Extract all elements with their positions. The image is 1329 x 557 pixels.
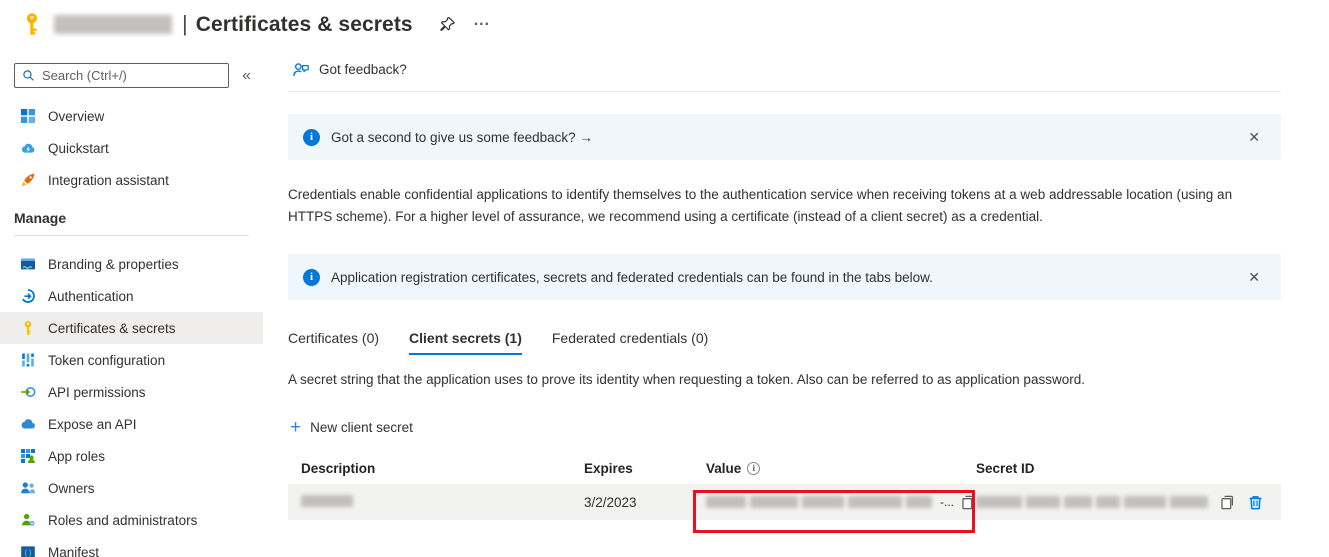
new-client-secret-label: New client secret — [310, 420, 413, 435]
manifest-icon: { } — [20, 544, 36, 557]
title-separator: | — [182, 11, 188, 37]
tab-bar: Certificates (0) Client secrets (1) Fede… — [288, 330, 1281, 355]
column-header-value[interactable]: Value i — [706, 461, 976, 476]
sidebar-nav-top: Overview Quickstart Integration assistan… — [0, 100, 263, 196]
branding-icon — [20, 256, 36, 272]
redacted-value — [706, 496, 932, 508]
sidebar-item-integration-assistant[interactable]: Integration assistant — [0, 164, 263, 196]
feedback-banner: i Got a second to give us some feedback?… — [288, 114, 1281, 160]
tab-client-secrets[interactable]: Client secrets (1) — [409, 330, 522, 355]
search-icon — [22, 69, 35, 82]
search-box — [14, 63, 229, 88]
feedback-banner-text[interactable]: Got a second to give us some feedback? → — [331, 130, 593, 145]
roles-administrators-icon — [20, 512, 36, 528]
sidebar-item-expose-an-api[interactable]: Expose an API — [0, 408, 263, 440]
got-feedback-label: Got feedback? — [319, 62, 407, 77]
sidebar-item-app-roles[interactable]: App roles — [0, 440, 263, 472]
sidebar-item-owners[interactable]: Owners — [0, 472, 263, 504]
redacted-secret-id — [976, 496, 1208, 508]
page-title: Certificates & secrets — [196, 13, 413, 37]
got-feedback-link[interactable]: Got feedback? — [288, 61, 411, 79]
column-header-description[interactable]: Description — [301, 461, 584, 476]
info-icon: i — [303, 269, 320, 286]
tabs-info-banner-text: Application registration certificates, s… — [331, 270, 933, 285]
sidebar-item-roles-and-administrators[interactable]: Roles and administrators — [0, 504, 263, 536]
sidebar-collapse-button[interactable]: « — [238, 67, 255, 85]
redacted-app-name — [54, 15, 172, 34]
sidebar-item-label: Owners — [48, 481, 95, 496]
client-secret-description: A secret string that the application use… — [288, 372, 1281, 387]
copy-icon[interactable] — [960, 494, 977, 511]
more-options-icon[interactable]: ... — [474, 12, 490, 36]
sidebar-item-label: Authentication — [48, 289, 134, 304]
sidebar-item-api-permissions[interactable]: API permissions — [0, 376, 263, 408]
key-icon — [20, 320, 36, 336]
pin-icon[interactable] — [439, 16, 456, 33]
sidebar-section-manage: Manage — [0, 210, 263, 226]
command-bar: Got feedback? — [288, 48, 1281, 92]
sidebar-item-label: Manifest — [48, 545, 99, 557]
svg-text:{ }: { } — [25, 550, 32, 557]
cell-secret-id — [976, 494, 1281, 511]
feedback-icon — [292, 61, 310, 79]
sidebar: « Overview Quickstart Integration assist… — [0, 48, 263, 557]
sidebar-divider — [14, 235, 249, 236]
tabs-info-banner: i Application registration certificates,… — [288, 254, 1281, 300]
sidebar-nav-manage: Branding & properties Authentication Cer… — [0, 248, 263, 557]
delete-icon[interactable] — [1247, 494, 1264, 511]
plus-icon: + — [290, 421, 301, 435]
client-secrets-table: Description Expires Value i Secret ID 3/… — [288, 452, 1281, 520]
app-roles-icon — [20, 448, 36, 464]
quickstart-icon — [20, 140, 36, 156]
close-icon[interactable]: ✕ — [1242, 267, 1266, 288]
cell-value: -... — [706, 494, 976, 511]
close-icon[interactable]: ✕ — [1242, 127, 1266, 148]
tab-certificates[interactable]: Certificates (0) — [288, 330, 379, 355]
main-content: Got feedback? i Got a second to give us … — [263, 48, 1329, 557]
azure-portal-page: | Certificates & secrets ... « Overview — [0, 0, 1329, 557]
sidebar-item-label: Expose an API — [48, 417, 137, 432]
info-icon: i — [303, 129, 320, 146]
new-client-secret-button[interactable]: + New client secret — [288, 416, 419, 439]
credentials-description: Credentials enable confidential applicat… — [288, 184, 1248, 227]
table-header-row: Description Expires Value i Secret ID — [288, 452, 1281, 484]
sidebar-item-label: Roles and administrators — [48, 513, 197, 528]
column-header-secret-id[interactable]: Secret ID — [976, 461, 1281, 476]
overview-icon — [20, 108, 36, 124]
expose-api-icon — [20, 416, 36, 432]
integration-assistant-icon — [20, 172, 36, 188]
tab-federated-credentials[interactable]: Federated credentials (0) — [552, 330, 708, 355]
sidebar-item-label: App roles — [48, 449, 105, 464]
page-header: | Certificates & secrets ... — [0, 0, 1329, 48]
search-input[interactable] — [42, 68, 221, 83]
cell-expires: 3/2/2023 — [584, 495, 706, 510]
owners-icon — [20, 480, 36, 496]
api-permissions-icon — [20, 384, 36, 400]
sidebar-item-authentication[interactable]: Authentication — [0, 280, 263, 312]
sidebar-item-quickstart[interactable]: Quickstart — [0, 132, 263, 164]
sidebar-item-branding-properties[interactable]: Branding & properties — [0, 248, 263, 280]
sidebar-item-overview[interactable]: Overview — [0, 100, 263, 132]
sidebar-item-label: Token configuration — [48, 353, 165, 368]
sidebar-item-label: API permissions — [48, 385, 146, 400]
sidebar-item-label: Branding & properties — [48, 257, 179, 272]
table-row: 3/2/2023 -... — [288, 484, 1281, 520]
cell-description — [301, 495, 584, 510]
copy-icon[interactable] — [1219, 494, 1236, 511]
sidebar-item-manifest[interactable]: { } Manifest — [0, 536, 263, 557]
column-header-expires[interactable]: Expires — [584, 461, 706, 476]
sidebar-item-label: Integration assistant — [48, 173, 169, 188]
key-icon — [20, 12, 44, 36]
value-info-icon: i — [747, 462, 760, 475]
title-run: | Certificates & secrets — [182, 11, 413, 37]
token-configuration-icon — [20, 352, 36, 368]
authentication-icon — [20, 288, 36, 304]
value-truncation-suffix: -... — [940, 495, 954, 509]
sidebar-item-label: Overview — [48, 109, 104, 124]
sidebar-item-token-configuration[interactable]: Token configuration — [0, 344, 263, 376]
redacted-description — [301, 495, 353, 507]
sidebar-item-certificates-secrets[interactable]: Certificates & secrets — [0, 312, 263, 344]
sidebar-item-label: Certificates & secrets — [48, 321, 176, 336]
sidebar-item-label: Quickstart — [48, 141, 109, 156]
